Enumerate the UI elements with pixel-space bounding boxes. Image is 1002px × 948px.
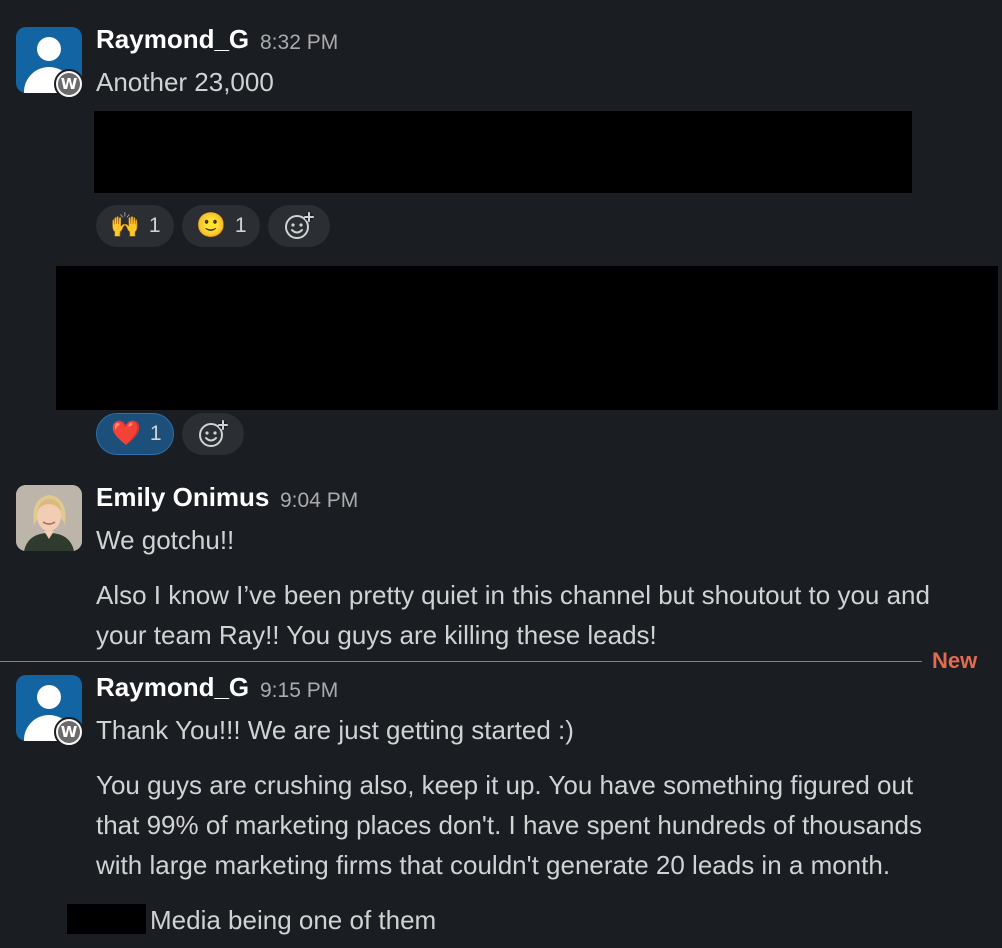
author-name[interactable]: Emily Onimus [96,482,269,513]
slight-smile-emoji: 🙂 [196,212,226,239]
add-reaction-icon [199,420,228,447]
author-name[interactable]: Raymond_G [96,672,249,703]
guest-badge-icon: W [54,717,84,747]
message-text: You guys are crushing also, keep it up. … [96,770,914,800]
message-text: Another 23,000 [96,67,274,97]
guest-badge-icon: W [54,69,84,99]
timestamp[interactable]: 9:04 PM [280,489,358,513]
avatar-emily[interactable] [16,485,82,551]
author-name[interactable]: Raymond_G [96,24,249,55]
guest-badge-label: W [58,721,80,743]
new-messages-divider [0,661,922,662]
heart-emoji: ❤️ [111,420,141,447]
redacted-attachment [56,266,998,410]
reaction-count: 1 [234,214,247,237]
message-text: Media being one of them [150,905,437,935]
reaction-count: 1 [149,422,162,445]
redacted-attachment [94,111,912,193]
reaction-heart[interactable]: ❤️ 1 [96,413,174,455]
timestamp[interactable]: 8:32 PM [260,31,338,55]
message-pane: W Raymond_G 8:32 PM Another 23,000 🙌 1 🙂… [0,0,1002,948]
redacted-company-name [67,904,146,934]
reaction-raised-hands[interactable]: 🙌 1 [96,205,174,247]
new-messages-label: New [932,648,978,673]
timestamp[interactable]: 9:15 PM [260,679,338,703]
add-reaction-button[interactable] [182,413,244,455]
raised-hands-emoji: 🙌 [110,212,140,239]
profile-photo [16,485,82,551]
reaction-count: 1 [148,214,161,237]
message-text: that 99% of marketing places don't. I ha… [96,810,922,840]
message-text: Also I know I’ve been pretty quiet in th… [96,580,930,610]
message-text: Thank You!!! We are just getting started… [96,715,574,745]
reaction-slight-smile[interactable]: 🙂 1 [182,205,260,247]
guest-badge-label: W [58,73,80,95]
message-text: your team Ray!! You guys are killing the… [96,620,657,650]
add-reaction-icon [285,212,314,239]
message-text: We gotchu!! [96,525,235,555]
add-reaction-button[interactable] [268,205,330,247]
message-text: with large marketing firms that couldn't… [96,850,891,880]
